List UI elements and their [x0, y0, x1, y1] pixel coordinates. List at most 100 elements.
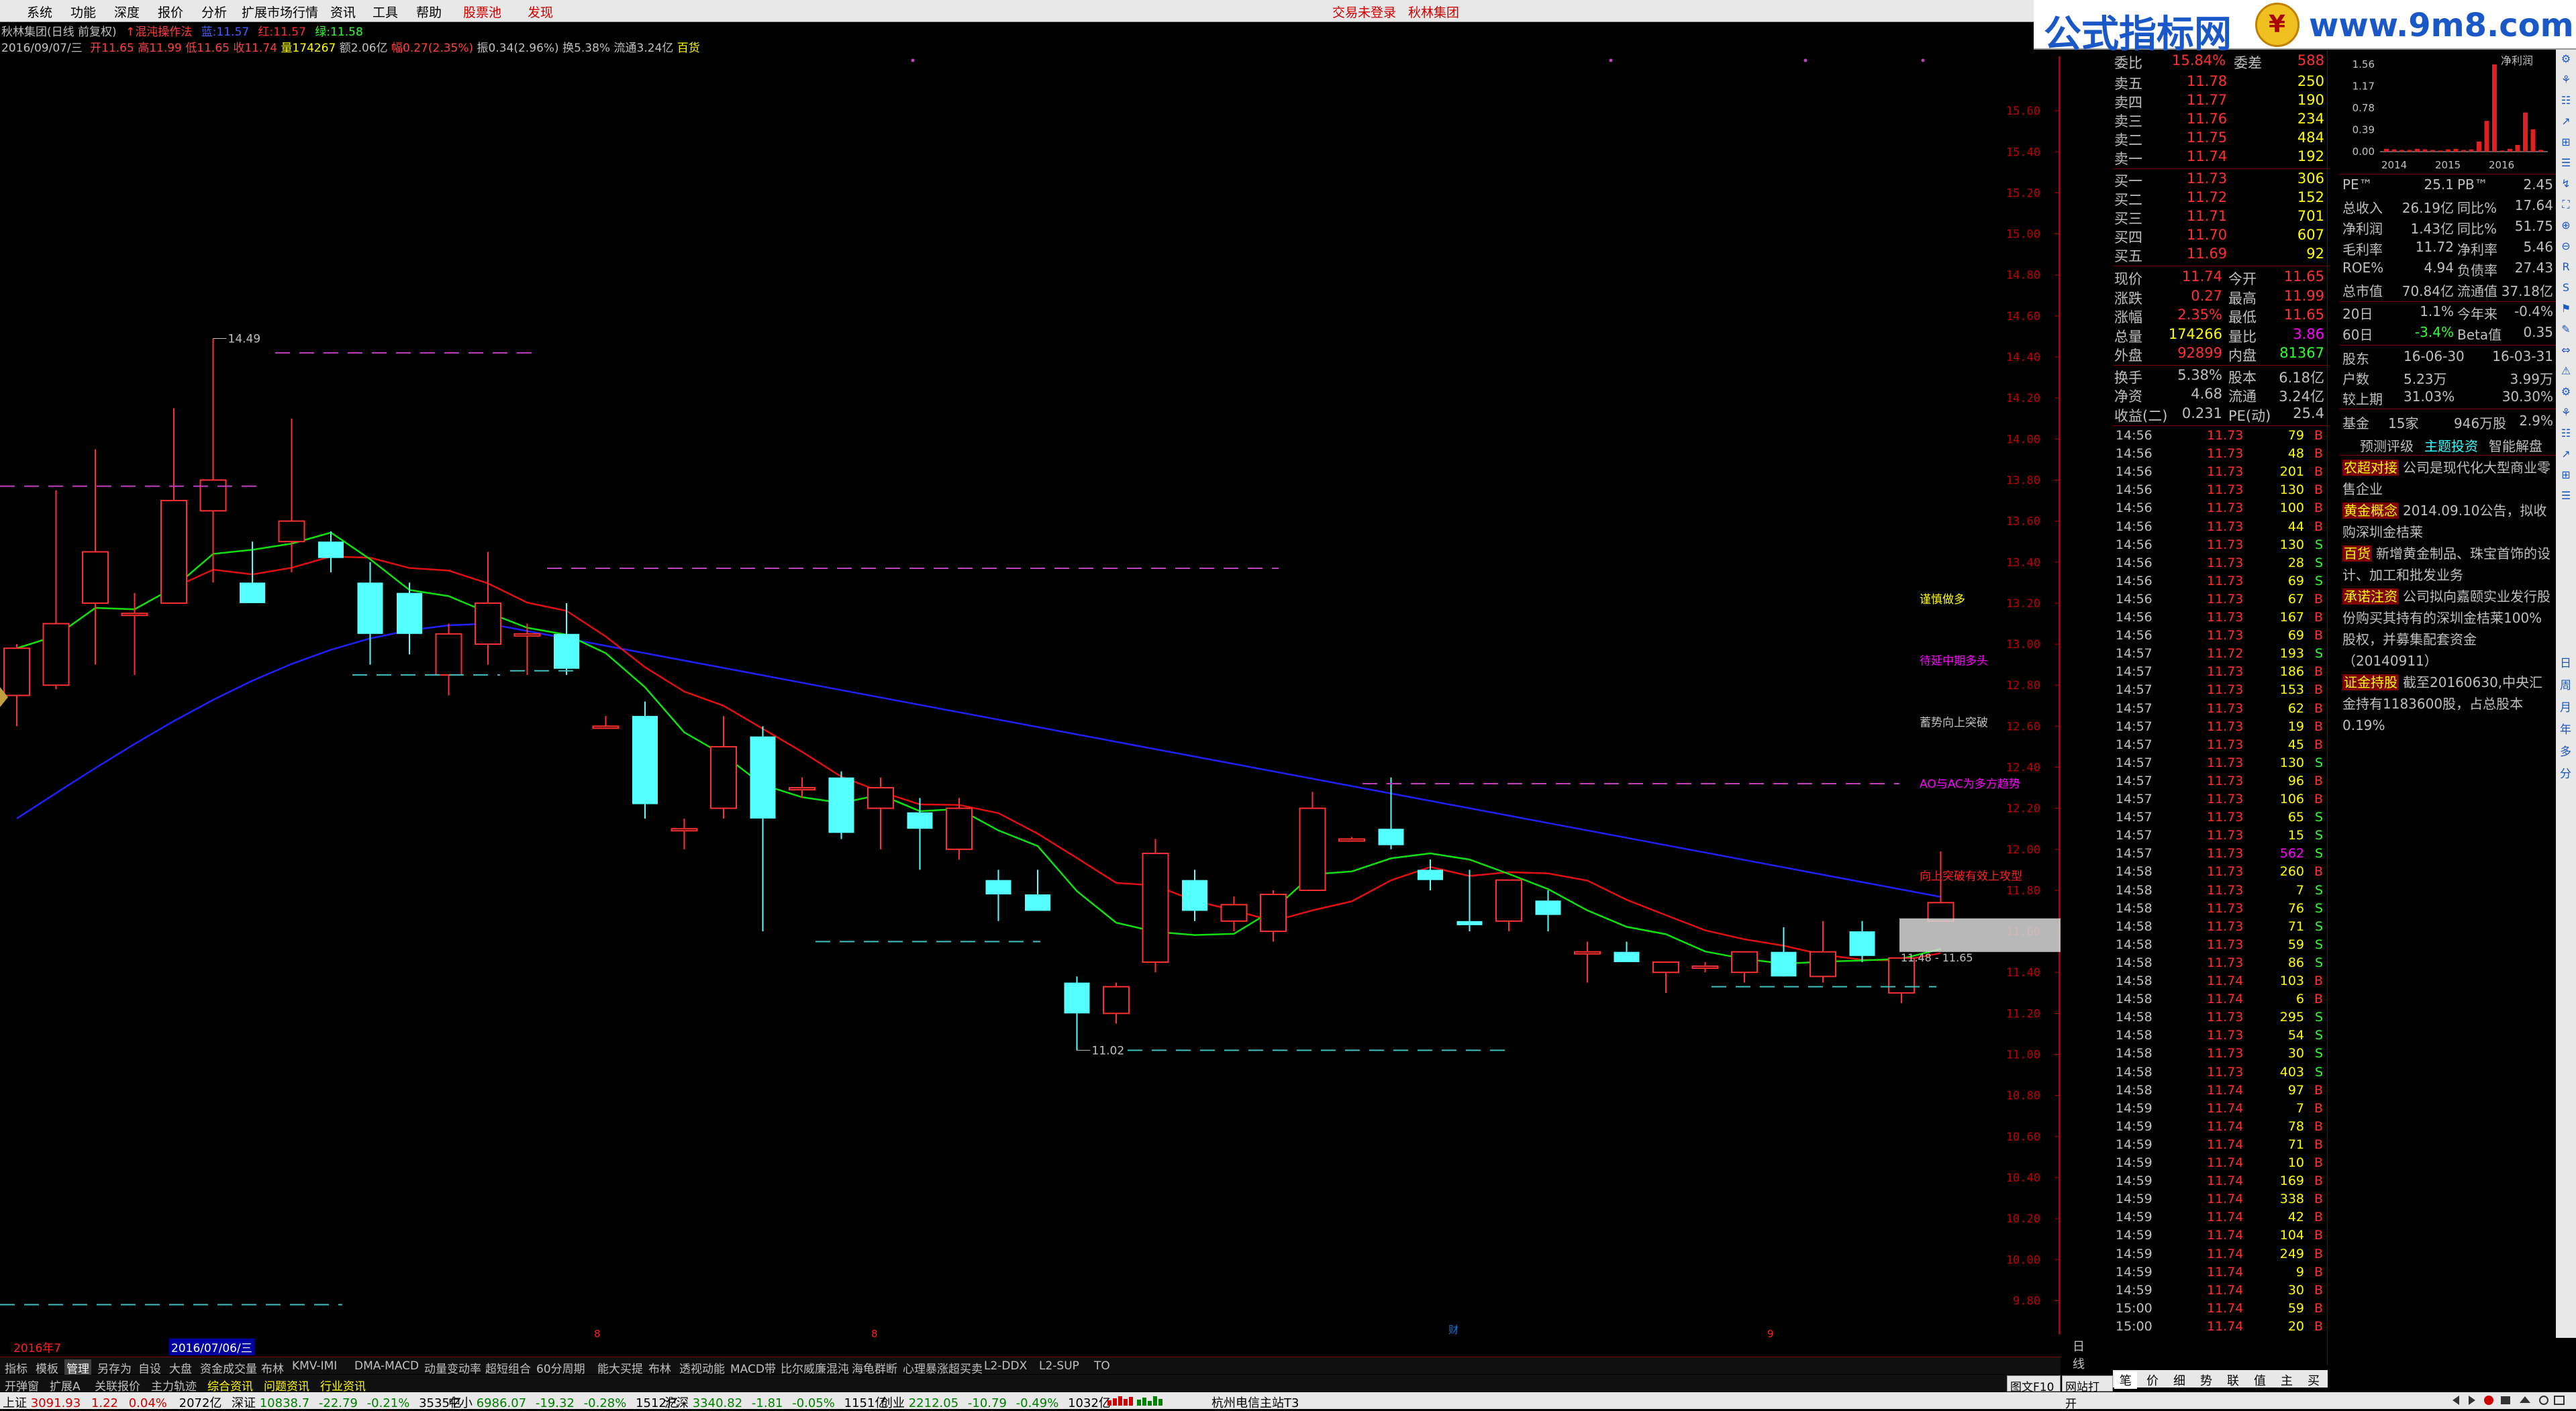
f10-button[interactable]: 图文F10 [2007, 1375, 2061, 1394]
hs-index-label[interactable]: 沪深 [664, 1396, 689, 1410]
toolbar-icon[interactable]: ↗ [2559, 115, 2573, 128]
candle[interactable] [592, 716, 620, 729]
bid-price[interactable]: 11.71 [2187, 208, 2227, 224]
trade-status[interactable]: 交易未登录 [1332, 3, 1396, 21]
indicator-tab[interactable]: 自设 [136, 1359, 163, 1376]
toolbar-icon[interactable]: ✎ [2559, 323, 2573, 336]
period-icon[interactable]: 日 [2560, 654, 2571, 670]
sh-index-label[interactable]: 上证 [3, 1396, 27, 1410]
menu-item-tools[interactable]: 工具 [373, 3, 398, 21]
indicator-tab[interactable]: 另存为 [95, 1359, 134, 1376]
indicator-tab[interactable]: TO [1092, 1359, 1112, 1373]
ask-price[interactable]: 11.77 [2187, 92, 2227, 108]
info-tab[interactable]: 问题资讯 [262, 1377, 311, 1394]
indicator-tab[interactable]: 布林 [259, 1359, 286, 1376]
candle[interactable] [160, 408, 187, 604]
detail-tab[interactable]: 势 [2195, 1371, 2218, 1389]
toolbar-icon[interactable]: ⚙ [2559, 52, 2573, 66]
candle[interactable] [750, 726, 776, 932]
bid-price[interactable]: 11.73 [2187, 170, 2227, 187]
candle[interactable] [1182, 870, 1207, 921]
menu-item-quote[interactable]: 报价 [158, 3, 183, 21]
indicator-tab[interactable]: 超短组合 [483, 1359, 533, 1376]
indicator-tab[interactable]: 能大买提 [595, 1359, 645, 1376]
menu-item-ext-market[interactable]: 扩展市场行情 [242, 3, 318, 21]
indicator-tab[interactable]: 模板 [34, 1359, 60, 1376]
candle[interactable] [907, 798, 933, 870]
candle[interactable] [1849, 921, 1875, 962]
menu-item-analysis[interactable]: 分析 [201, 3, 227, 21]
toolbar-icon[interactable]: ⇔ [2559, 344, 2573, 357]
info-tab[interactable]: 综合资讯 [205, 1377, 255, 1394]
candle[interactable] [1456, 870, 1483, 932]
candle[interactable] [1652, 961, 1679, 993]
candle[interactable] [632, 701, 658, 819]
theme-tag[interactable]: 承诺注资 [2342, 588, 2399, 605]
candle[interactable] [1025, 870, 1050, 911]
candle[interactable] [475, 552, 501, 665]
candle[interactable] [199, 338, 227, 583]
detail-tab[interactable]: 主 [2275, 1371, 2298, 1389]
candle[interactable] [1574, 941, 1601, 983]
stock-pool-link[interactable]: 股票池 [463, 3, 501, 21]
candle[interactable] [1260, 890, 1287, 942]
candle[interactable] [1927, 851, 1954, 922]
toolbar-icon[interactable]: ⊖ [2559, 240, 2573, 253]
candle[interactable] [435, 623, 462, 696]
menu-item-news[interactable]: 资讯 [330, 3, 356, 21]
toolbar-icon[interactable]: ↯ [2559, 177, 2573, 191]
candle[interactable] [1299, 792, 1326, 891]
period-icon[interactable]: 月 [2560, 698, 2571, 715]
period-icon[interactable]: 多 [2560, 742, 2571, 759]
menu-item-system[interactable]: 系统 [27, 3, 52, 21]
indicator-tab[interactable]: 布林 [646, 1359, 673, 1376]
info-tab[interactable]: 主力轨迹 [149, 1377, 199, 1394]
indicator-tab[interactable]: 资金成交量 [198, 1359, 259, 1376]
indicator-tab[interactable]: 动量变动率 [422, 1359, 483, 1376]
candle[interactable] [1888, 957, 1915, 1004]
indicator-tab[interactable]: 管理 [64, 1359, 91, 1376]
ask-price[interactable]: 11.75 [2187, 129, 2227, 146]
candle[interactable] [1338, 837, 1365, 842]
indicator-tab[interactable]: 大盘 [167, 1359, 194, 1376]
detail-tab[interactable]: 笔 [2114, 1371, 2137, 1389]
detail-tab[interactable]: 买 [2302, 1371, 2325, 1389]
toolbar-icon[interactable]: ⊕ [2559, 219, 2573, 232]
toolbar-icon[interactable]: ⊞ [2559, 136, 2573, 149]
cy-index-label[interactable]: 创业 [881, 1396, 905, 1410]
candle[interactable] [513, 623, 541, 675]
candle[interactable] [554, 603, 579, 675]
kline-chart[interactable]: 15.60 15.40 15.20 15.00 14.80 14.60 14.40 14.20… [0, 56, 2061, 1335]
ask-price[interactable]: 11.74 [2187, 148, 2227, 164]
candle[interactable] [867, 777, 894, 849]
theme-tag[interactable]: 黄金概念 [2342, 503, 2399, 519]
menu-item-depth[interactable]: 深度 [114, 3, 140, 21]
indicator-tab[interactable]: 心理暴涨超买卖 [901, 1359, 985, 1376]
sz-index-label[interactable]: 深证 [232, 1396, 256, 1410]
toolbar-icon[interactable]: ⊞ [2559, 468, 2573, 482]
toolbar-icon[interactable]: ☷ [2559, 427, 2573, 440]
candle[interactable] [1731, 951, 1758, 983]
indicator-tab[interactable]: KMV-IMI [290, 1359, 339, 1373]
kline-svg[interactable]: 15.60 15.40 15.20 15.00 14.80 14.60 14.40 14.20… [0, 56, 2061, 1335]
info-tab[interactable]: 行业资讯 [318, 1377, 368, 1394]
research-tab[interactable]: 主题投资 [2424, 435, 2478, 455]
server-name[interactable]: 杭州电信主站T3 [1211, 1394, 1299, 1411]
menu-item-function[interactable]: 功能 [70, 3, 96, 21]
toolbar-icon[interactable]: S [2559, 281, 2573, 295]
bid-price[interactable]: 11.70 [2187, 227, 2227, 243]
period-icon[interactable]: 周 [2560, 676, 2571, 692]
discover-link[interactable]: 发现 [528, 3, 553, 21]
candle[interactable] [318, 531, 344, 573]
candle[interactable] [1220, 896, 1248, 932]
detail-tab[interactable]: 联 [2222, 1371, 2244, 1389]
period-icon[interactable]: 分 [2560, 764, 2571, 781]
indicator-tab[interactable]: DMA-MACD [352, 1359, 421, 1373]
toolbar-icon[interactable]: ↗ [2559, 448, 2573, 461]
candle[interactable] [397, 582, 422, 655]
candle[interactable] [710, 716, 737, 819]
theme-tag[interactable]: 农超对接 [2342, 460, 2399, 476]
candle[interactable] [1614, 941, 1640, 962]
menu-item-help[interactable]: 帮助 [416, 3, 442, 21]
detail-tab[interactable]: 细 [2168, 1371, 2191, 1389]
